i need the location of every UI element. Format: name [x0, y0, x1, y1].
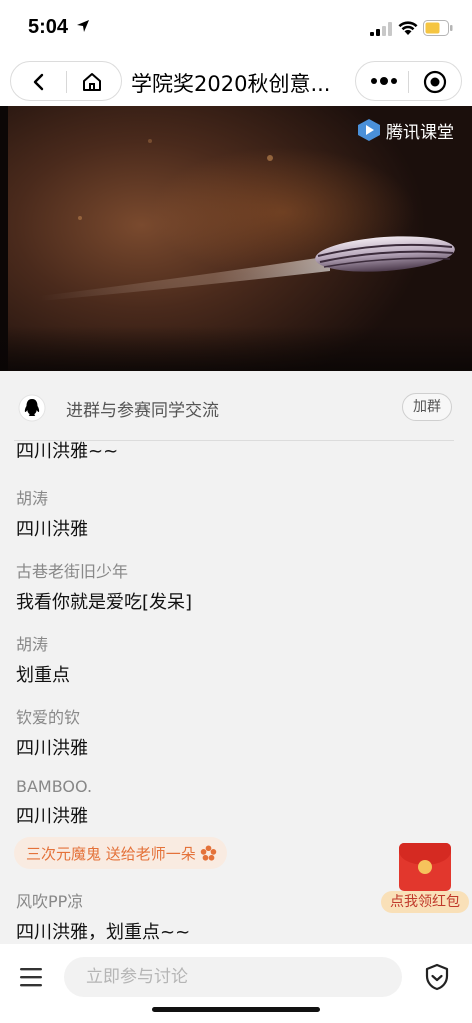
message-author: 风吹PP凉 — [16, 892, 84, 911]
status-bar: 5:04 — [0, 0, 472, 56]
signal-icon — [370, 22, 392, 36]
message-author: 胡涛 — [16, 635, 49, 654]
group-join-bar: 进群与参赛同学交流 加群 — [0, 371, 472, 441]
red-packet-button[interactable]: 点我领红包 — [381, 891, 469, 913]
list-item: 四川洪雅~~ — [16, 441, 118, 463]
list-item: BAMBOO. 四川洪雅 — [16, 777, 92, 828]
nav-left-capsule — [10, 61, 122, 101]
message-author: 古巷老街旧少年 — [16, 562, 129, 581]
close-target-icon[interactable] — [423, 70, 447, 94]
nav-divider — [408, 71, 409, 93]
message-text: 四川洪雅~~ — [16, 441, 119, 462]
message-text: 划重点 — [16, 665, 70, 686]
list-item: 风吹PP凉 四川洪雅，划重点~~ — [16, 888, 190, 944]
message-text: 我看你就是爱吃[发呆] — [16, 592, 193, 613]
video-logo-text: 腾讯课堂 — [386, 122, 454, 143]
message-author: BAMBOO. — [16, 777, 93, 796]
nav-divider — [66, 71, 67, 93]
list-item: 胡涛 四川洪雅 — [16, 485, 88, 541]
list-item: 钦爱的钦 四川洪雅 — [16, 704, 88, 760]
nav-right-capsule — [355, 61, 462, 101]
red-packet-icon[interactable] — [399, 843, 451, 891]
back-icon[interactable] — [29, 72, 49, 92]
tencent-classroom-play-icon — [358, 119, 380, 141]
home-icon[interactable] — [81, 71, 103, 93]
gift-notice: 三次元魔鬼 送给老师一朵 — [14, 837, 227, 869]
message-text: 四川洪雅 — [16, 806, 88, 827]
flower-icon — [200, 844, 217, 861]
nav-bar: 学院奖2020秋创意... — [0, 56, 472, 106]
list-item: 古巷老街旧少年 我看你就是爱吃[发呆] — [16, 558, 192, 614]
qq-penguin-icon — [18, 394, 46, 422]
location-arrow-icon — [77, 20, 89, 32]
message-text: 四川洪雅，划重点~~ — [16, 922, 191, 943]
message-author: 钦爱的钦 — [16, 708, 81, 727]
page-title: 学院奖2020秋创意... — [131, 72, 331, 96]
more-icon[interactable] — [370, 75, 398, 87]
video-vignette — [0, 326, 472, 371]
group-text: 进群与参赛同学交流 — [66, 401, 219, 421]
menu-icon[interactable] — [18, 966, 44, 988]
battery-icon — [423, 20, 453, 36]
join-group-button[interactable]: 加群 — [402, 393, 452, 421]
list-item: 胡涛 划重点 — [16, 631, 70, 687]
message-author: 胡涛 — [16, 489, 49, 508]
status-time: 5:04 — [28, 16, 69, 38]
gift-text: 三次元魔鬼 送给老师一朵 — [26, 844, 196, 863]
video-player[interactable]: 腾讯课堂 — [0, 106, 472, 371]
message-text: 四川洪雅 — [16, 519, 88, 540]
video-watermark: 腾讯课堂 — [356, 118, 454, 143]
home-indicator — [152, 1007, 320, 1012]
shield-icon[interactable] — [424, 963, 450, 991]
wifi-icon — [398, 21, 418, 35]
comment-input[interactable] — [64, 957, 402, 997]
bottom-bar — [0, 944, 472, 1023]
message-text: 四川洪雅 — [16, 738, 88, 759]
red-packet-seal — [418, 860, 432, 874]
